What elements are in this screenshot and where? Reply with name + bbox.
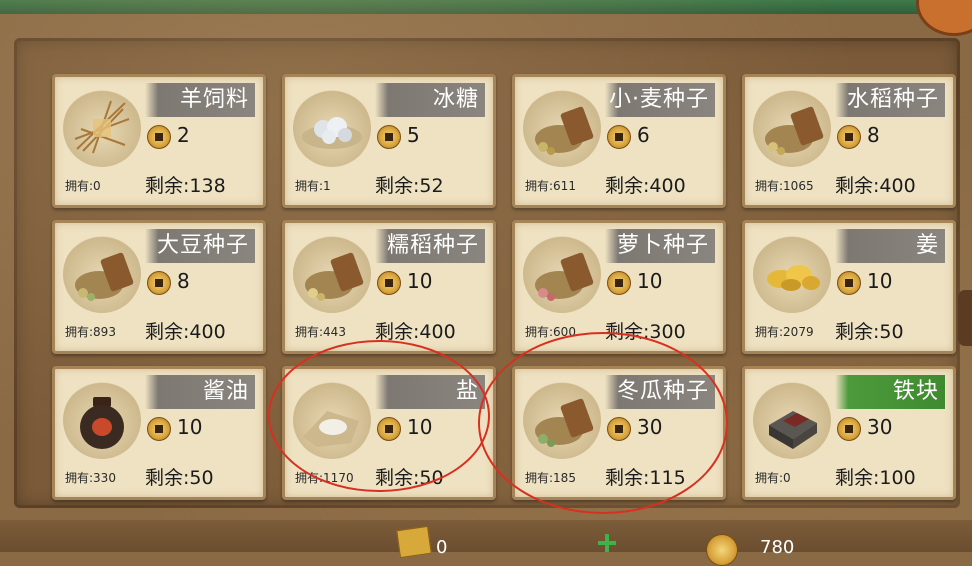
side-scroll-handle[interactable]: [958, 290, 972, 346]
coin-icon: [377, 271, 401, 295]
item-name: 羊饲料: [145, 83, 255, 117]
seed-bag-icon: [523, 89, 601, 167]
item-owned: 拥有:1: [295, 179, 331, 193]
item-name: 姜: [835, 229, 945, 263]
item-price: 8: [867, 123, 880, 147]
shop-item-card[interactable]: 小·麦种子 6 拥有:611 剩余:400: [512, 74, 726, 208]
item-name: 萝卜种子: [605, 229, 715, 263]
annotation-circle: [268, 340, 490, 492]
item-owned: 拥有:0: [65, 179, 101, 193]
coin-icon: [837, 271, 861, 295]
item-owned: 拥有:893: [65, 325, 116, 339]
seed-bag-icon: [63, 235, 141, 313]
item-remaining: 剩余:100: [835, 467, 916, 489]
item-owned: 拥有:1065: [755, 179, 814, 193]
item-price: 10: [177, 415, 203, 439]
item-name: 大豆种子: [145, 229, 255, 263]
coin-icon: [147, 417, 171, 441]
item-owned: 拥有:330: [65, 471, 116, 485]
rock-sugar-icon: [293, 89, 371, 167]
item-owned: 拥有:611: [525, 179, 576, 193]
shop-item-card[interactable]: 冰糖 5 拥有:1 剩余:52: [282, 74, 496, 208]
item-name: 小·麦种子: [605, 83, 715, 117]
add-icon[interactable]: [598, 534, 616, 552]
item-remaining: 剩余:52: [375, 175, 444, 197]
item-name: 冰糖: [375, 83, 485, 117]
ginger-icon: [753, 235, 831, 313]
item-price: 5: [407, 123, 420, 147]
item-price: 30: [867, 415, 893, 439]
seed-bag-icon: [753, 89, 831, 167]
annotation-circle: [478, 332, 728, 514]
item-name: 水稻种子: [835, 83, 945, 117]
shop-item-card[interactable]: 大豆种子 8 拥有:893 剩余:400: [52, 220, 266, 354]
item-owned: 拥有:0: [755, 471, 791, 485]
shop-item-card[interactable]: 水稻种子 8 拥有:1065 剩余:400: [742, 74, 956, 208]
coin-icon: [147, 125, 171, 149]
item-remaining: 剩余:400: [605, 175, 686, 197]
shop-item-card[interactable]: 酱油 10 拥有:330 剩余:50: [52, 366, 266, 500]
seed-bag-icon: [523, 235, 601, 313]
coin-icon: [147, 271, 171, 295]
shop-item-card[interactable]: 糯稻种子 10 拥有:443 剩余:400: [282, 220, 496, 354]
iron-block-icon: [753, 381, 831, 459]
item-name: 酱油: [145, 375, 255, 409]
item-owned: 拥有:2079: [755, 325, 814, 339]
item-owned: 拥有:443: [295, 325, 346, 339]
item-price: 10: [637, 269, 663, 293]
item-price: 6: [637, 123, 650, 147]
hay-feed-icon: [63, 89, 141, 167]
shop-item-card[interactable]: 羊饲料 2 拥有:0 剩余:138: [52, 74, 266, 208]
ticket-icon: [396, 525, 432, 559]
coin-icon: [706, 534, 738, 566]
bottom-bar: [0, 520, 972, 552]
coin-icon: [377, 125, 401, 149]
item-remaining: 剩余:50: [835, 321, 904, 343]
ticket-count: 0: [436, 537, 448, 558]
item-name: 糯稻种子: [375, 229, 485, 263]
item-remaining: 剩余:400: [835, 175, 916, 197]
coin-balance: 780: [760, 537, 795, 558]
coin-icon: [837, 125, 861, 149]
seed-bag-icon: [293, 235, 371, 313]
coin-icon: [837, 417, 861, 441]
shop-item-card[interactable]: 铁块 30 拥有:0 剩余:100: [742, 366, 956, 500]
soy-sauce-jar-icon: [63, 381, 141, 459]
item-price: 2: [177, 123, 190, 147]
item-remaining: 剩余:50: [145, 467, 214, 489]
item-price: 10: [407, 269, 433, 293]
coin-icon: [607, 271, 631, 295]
item-remaining: 剩余:400: [145, 321, 226, 343]
coin-icon: [607, 125, 631, 149]
item-name: 铁块: [835, 375, 945, 409]
item-price: 10: [867, 269, 893, 293]
shop-item-card[interactable]: 姜 10 拥有:2079 剩余:50: [742, 220, 956, 354]
item-price: 8: [177, 269, 190, 293]
item-remaining: 剩余:138: [145, 175, 226, 197]
